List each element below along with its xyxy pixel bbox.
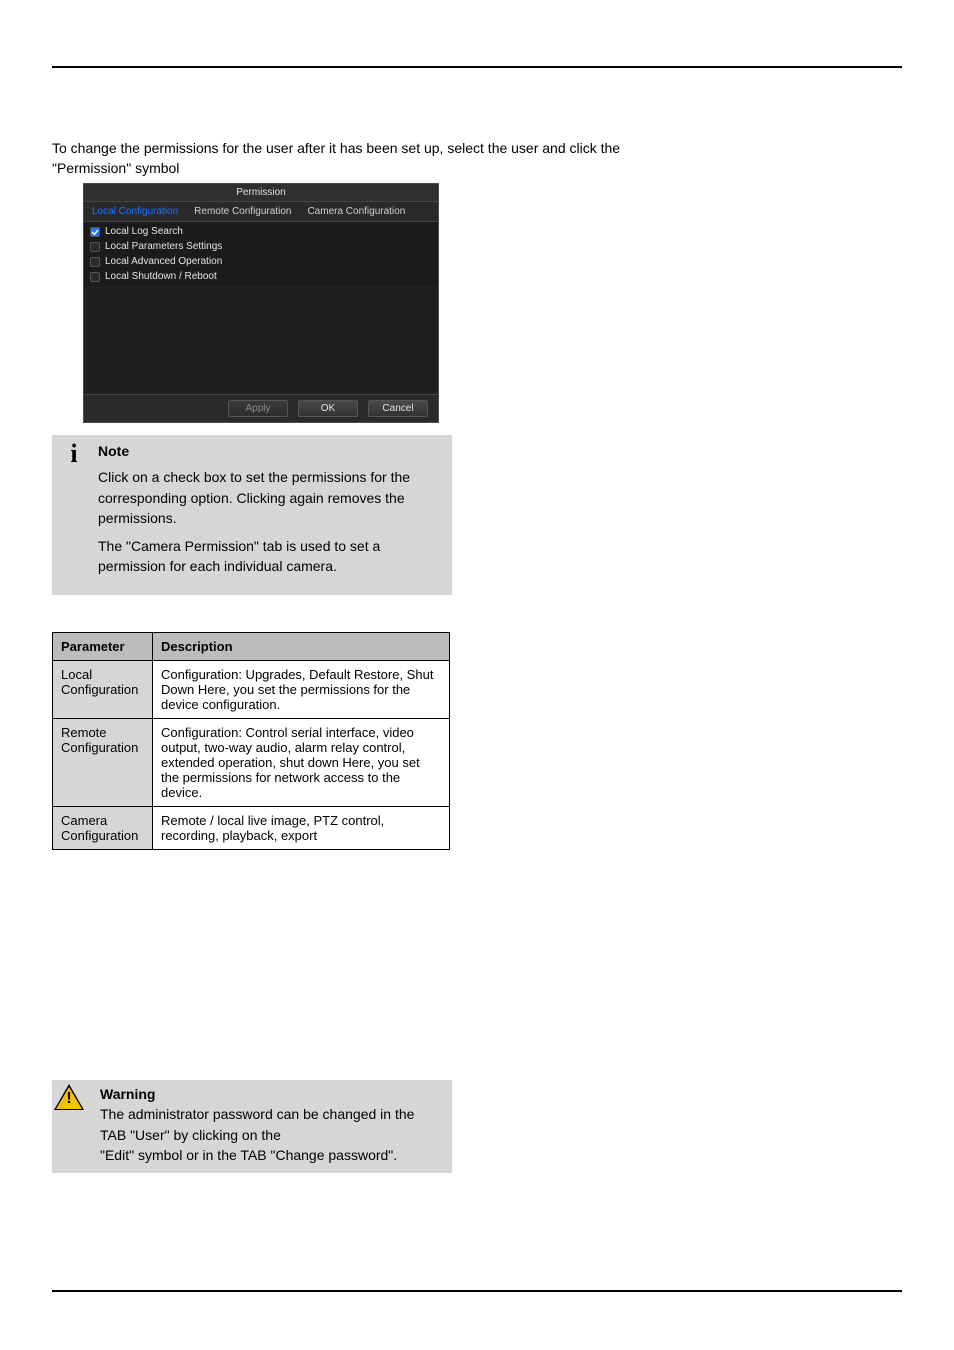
checkbox-icon [90,257,100,267]
permission-parameter-table: Parameter Description Local Configuratio… [52,632,450,850]
tab-remote-configuration[interactable]: Remote Configuration [186,202,299,221]
cell-description: Configuration: Control serial interface,… [153,719,450,807]
info-p1: Click on a check box to set the permissi… [98,467,442,528]
table-row: Remote Configuration Configuration: Cont… [53,719,450,807]
warning-heading: Warning [100,1084,444,1104]
info-heading: Note [98,441,442,461]
cell-parameter: Remote Configuration [53,719,153,807]
cell-description: Remote / local live image, PTZ control, … [153,807,450,850]
permission-dialog-screenshot: Permission Local Configuration Remote Co… [83,183,437,423]
tab-camera-configuration[interactable]: Camera Configuration [299,202,413,221]
cell-parameter: Camera Configuration [53,807,153,850]
info-icon: i [52,435,96,595]
table-header-description: Description [153,633,450,661]
perm-item-label: Local Log Search [105,226,183,237]
perm-item-local-advanced-operation[interactable]: Local Advanced Operation [90,254,432,269]
dialog-tabs: Local Configuration Remote Configuration… [84,202,438,222]
perm-item-local-log-search[interactable]: Local Log Search [90,224,432,239]
intro-line1: To change the permissions for the user a… [52,140,620,156]
warning-note-box: ! Warning The administrator password can… [52,1080,452,1173]
header-rule [52,66,902,68]
info-p2a: The "Camera Permission" tab is used to s… [98,538,380,554]
checkbox-icon [90,227,100,237]
cell-parameter: Local Configuration [53,661,153,719]
table-header-parameter: Parameter [53,633,153,661]
table-row: Camera Configuration Remote / local live… [53,807,450,850]
perm-item-local-parameters-settings[interactable]: Local Parameters Settings [90,239,432,254]
perm-item-local-shutdown-reboot[interactable]: Local Shutdown / Reboot [90,269,432,284]
perm-item-label: Local Parameters Settings [105,241,222,252]
info-note-box: i Note Click on a check box to set the p… [52,435,452,595]
table-row: Local Configuration Configuration: Upgra… [53,661,450,719]
intro-paragraph: To change the permissions for the user a… [52,138,902,179]
apply-button[interactable]: Apply [228,400,288,417]
checkbox-icon [90,242,100,252]
intro-line2: "Permission" symbol [52,160,179,176]
footer-rule [52,1290,902,1292]
perm-item-label: Local Shutdown / Reboot [105,271,217,282]
warning-line2: "Edit" symbol or in the TAB "Change pass… [100,1145,444,1165]
cell-description: Configuration: Upgrades, Default Restore… [153,661,450,719]
warning-line1: The administrator password can be change… [100,1104,444,1145]
info-p2b: permission for each individual camera. [98,558,337,574]
perm-item-label: Local Advanced Operation [105,256,222,267]
checkbox-icon [90,272,100,282]
tab-local-configuration[interactable]: Local Configuration [84,202,186,221]
dialog-title: Permission [84,184,438,202]
cancel-button[interactable]: Cancel [368,400,428,417]
ok-button[interactable]: OK [298,400,358,417]
warning-icon: ! [54,1084,84,1110]
